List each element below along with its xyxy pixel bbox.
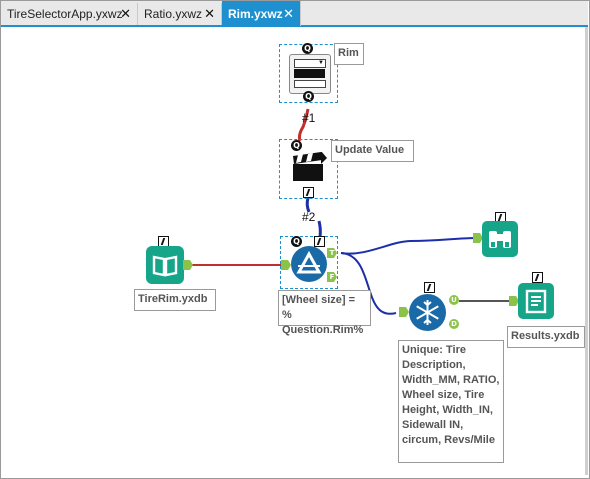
binoculars-icon[interactable] xyxy=(482,221,518,257)
filter-annotation: [Wheel size] = % Question.Rim% xyxy=(278,290,371,336)
scrollbar[interactable] xyxy=(585,27,588,475)
book-icon[interactable] xyxy=(146,246,184,284)
tab-bar: TireSelectorApp.yxwz ✕ Ratio.yxwz ✕ Rim.… xyxy=(1,1,588,27)
tab-label: Ratio.yxwz xyxy=(144,7,203,21)
lightning-anchor-icon[interactable] xyxy=(303,187,314,198)
dropdown-icon[interactable]: ▼ xyxy=(289,54,331,94)
connection-2b[interactable] xyxy=(317,220,322,238)
unique-output-port[interactable]: U xyxy=(449,295,459,305)
lightning-anchor-icon[interactable] xyxy=(532,272,543,283)
duplicate-output-port[interactable]: D xyxy=(449,319,459,329)
output-icon[interactable] xyxy=(518,283,554,319)
workflow-canvas[interactable]: Q ▼ Q Rim #1 Q Update Value #2 Q T F [Wh… xyxy=(1,27,585,475)
connection-1-label: #1 xyxy=(302,111,316,125)
connection-2-label: #2 xyxy=(302,210,316,224)
close-icon[interactable]: ✕ xyxy=(204,7,215,20)
close-icon[interactable]: ✕ xyxy=(120,7,131,20)
tab-label: TireSelectorApp.yxwz xyxy=(7,7,123,21)
question-anchor[interactable]: Q xyxy=(303,91,314,102)
rim-annotation: Rim xyxy=(334,43,364,65)
connection-filter-browse[interactable] xyxy=(340,237,477,255)
unique-annotation: Unique: Tire Description, Width_MM, RATI… xyxy=(398,340,504,463)
tab-ratio[interactable]: Ratio.yxwz ✕ xyxy=(138,3,222,25)
snowflake-icon[interactable] xyxy=(409,294,446,331)
output-annotation: Results.yxdb xyxy=(507,326,585,348)
input-annotation: TireRim.yxdb xyxy=(134,289,216,311)
tab-label: Rim.yxwz xyxy=(228,6,283,21)
tab-rim[interactable]: Rim.yxwz ✕ xyxy=(222,1,301,26)
close-icon[interactable]: ✕ xyxy=(283,7,294,20)
clapperboard-icon[interactable] xyxy=(291,151,327,182)
question-anchor[interactable]: Q xyxy=(291,140,302,151)
question-anchor[interactable]: Q xyxy=(302,43,313,54)
update-value-annotation: Update Value xyxy=(331,140,414,162)
lightning-anchor-icon[interactable] xyxy=(424,282,435,293)
tab-tireselectorapp[interactable]: TireSelectorApp.yxwz ✕ xyxy=(1,3,138,25)
filter-icon[interactable] xyxy=(291,246,327,282)
